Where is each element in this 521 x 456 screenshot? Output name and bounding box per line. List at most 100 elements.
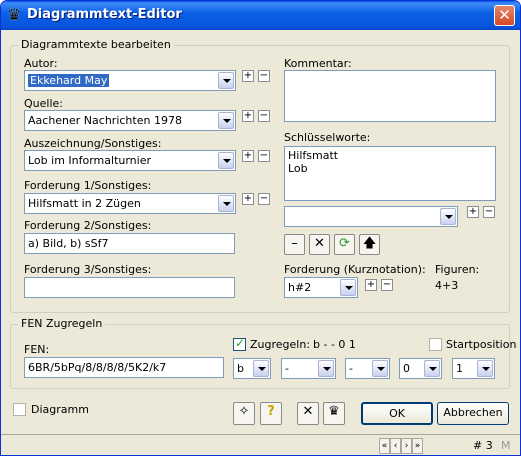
zugregeln-value: b - - 0 1	[313, 338, 356, 351]
arrow-up-icon: 🡅	[362, 236, 377, 251]
startposition-checkbox[interactable]	[429, 338, 442, 351]
forderung1-add-button[interactable]: +	[242, 193, 254, 205]
en-passant-value: -	[349, 362, 353, 375]
auszeichnung-add-button[interactable]: +	[242, 150, 254, 162]
queen-button[interactable]: ♛	[323, 402, 345, 425]
dropdown-arrow-icon[interactable]	[424, 360, 440, 377]
kommentar-textarea[interactable]	[284, 70, 496, 122]
dropdown-arrow-icon[interactable]	[218, 195, 234, 212]
quelle-add-button[interactable]: +	[242, 110, 254, 122]
auszeichnung-combo[interactable]: Lob im Informalturnier	[24, 150, 236, 171]
figuren-label: Figuren:	[435, 263, 480, 276]
title-bar[interactable]: ♛ Diagrammtext-Editor ✕	[1, 1, 520, 30]
autor-label: Autor:	[24, 57, 58, 70]
wand-button[interactable]: ✧	[233, 402, 255, 425]
forderung3-input[interactable]	[24, 277, 235, 298]
dialog-window: ♛ Diagrammtext-Editor ✕ Diagrammtexte be…	[0, 0, 521, 456]
x-icon: ✕	[314, 236, 325, 251]
kommentar-label: Kommentar:	[284, 57, 352, 70]
help-icon: ?	[267, 404, 275, 419]
dropdown-arrow-icon[interactable]	[253, 360, 269, 377]
dropdown-arrow-icon[interactable]	[318, 360, 334, 377]
forderung-kurz-add-button[interactable]: +	[365, 279, 377, 291]
en-passant-combo[interactable]: -	[345, 358, 390, 379]
forderung2-label: Forderung 2/Sonstiges:	[24, 219, 152, 232]
nav-next-button[interactable]: ›	[401, 438, 412, 454]
forderung-kurz-remove-button[interactable]: −	[381, 279, 393, 291]
wand-icon: ✧	[238, 404, 250, 419]
x-icon: ✕	[302, 404, 314, 419]
diagramm-checkbox[interactable]	[13, 403, 26, 416]
edit-group-legend: Diagrammtexte bearbeiten	[18, 38, 174, 51]
chess-queen-icon: ♛	[328, 404, 340, 419]
autor-value: Ekkehard May	[28, 74, 110, 87]
fullmove-combo[interactable]: 1	[452, 358, 495, 379]
figuren-value: 4+3	[435, 279, 459, 292]
delete-button[interactable]: ✕	[309, 234, 330, 255]
halfmove-value: 0	[403, 362, 410, 375]
dropdown-arrow-icon[interactable]	[218, 152, 234, 169]
nav-prev-button[interactable]: ‹	[390, 438, 401, 454]
castling-value: -	[285, 362, 289, 375]
castling-combo[interactable]: -	[281, 358, 336, 379]
forderung-kurz-value: h#2	[288, 281, 312, 294]
mode-indicator: M	[501, 439, 511, 452]
nav-last-button[interactable]: »	[412, 438, 423, 454]
nav-first-button[interactable]: «	[379, 438, 390, 454]
forderung1-value: Hilfsmatt in 2 Zügen	[28, 197, 141, 210]
window-title: Diagrammtext-Editor	[27, 7, 182, 22]
forderung-kurz-label: Forderung (Kurznotation):	[284, 263, 426, 276]
list-item[interactable]: Hilfsmatt	[288, 149, 492, 162]
autor-remove-button[interactable]: −	[258, 70, 270, 82]
forderung1-remove-button[interactable]: −	[258, 193, 270, 205]
status-bar: « ‹ › » # 3 M	[1, 434, 520, 455]
minus-button[interactable]: –	[284, 234, 305, 255]
dropdown-arrow-icon[interactable]	[218, 112, 234, 129]
keyword-remove-button[interactable]: −	[483, 206, 495, 218]
forderung3-label: Forderung 3/Sonstiges:	[24, 263, 152, 276]
autor-combo[interactable]: Ekkehard May	[24, 70, 236, 91]
refresh-button[interactable]: ⟳	[334, 234, 355, 255]
record-number: # 3	[473, 439, 493, 452]
zugregeln-checkbox[interactable]	[233, 336, 246, 351]
zugregeln-label: Zugregeln:	[250, 338, 311, 351]
refresh-icon: ⟳	[339, 236, 350, 251]
schluesselworte-label: Schlüsselworte:	[284, 131, 371, 144]
autor-add-button[interactable]: +	[242, 70, 254, 82]
ok-button[interactable]: OK	[361, 402, 433, 425]
side-to-move-combo[interactable]: b	[233, 358, 271, 379]
side-to-move-value: b	[237, 362, 244, 375]
fen-label: FEN:	[24, 343, 50, 356]
move-up-button[interactable]: 🡅	[359, 234, 380, 255]
dropdown-arrow-icon[interactable]	[477, 360, 493, 377]
schluesselworte-list[interactable]: Hilfsmatt Lob	[284, 146, 496, 201]
startposition-label: Startposition	[446, 338, 517, 351]
list-item[interactable]: Lob	[288, 162, 492, 175]
halfmove-combo[interactable]: 0	[399, 358, 442, 379]
dropdown-arrow-icon[interactable]	[372, 360, 388, 377]
fullmove-value: 1	[456, 362, 463, 375]
forderung1-label: Forderung 1/Sonstiges:	[24, 179, 152, 192]
auszeichnung-label: Auszeichnung/Sonstiges:	[24, 137, 162, 150]
close-button[interactable]: ✕	[494, 5, 515, 26]
quelle-combo[interactable]: Aachener Nachrichten 1978	[24, 110, 236, 131]
keyword-add-button[interactable]: +	[467, 206, 479, 218]
quelle-value: Aachener Nachrichten 1978	[28, 114, 182, 127]
auszeichnung-value: Lob im Informalturnier	[28, 154, 152, 167]
dropdown-arrow-icon[interactable]	[440, 208, 456, 225]
forderung-kurz-combo[interactable]: h#2	[284, 277, 358, 298]
keyword-combo[interactable]	[284, 206, 458, 227]
clear-button[interactable]: ✕	[297, 402, 319, 425]
forderung1-combo[interactable]: Hilfsmatt in 2 Zügen	[24, 193, 236, 214]
dropdown-arrow-icon[interactable]	[340, 279, 356, 296]
diagramm-label: Diagramm	[31, 403, 89, 416]
forderung2-input[interactable]: a) Bild, b) sSf7	[24, 233, 235, 254]
quelle-label: Quelle:	[24, 97, 63, 110]
dropdown-arrow-icon[interactable]	[218, 72, 234, 89]
help-button[interactable]: ?	[260, 402, 282, 425]
quelle-remove-button[interactable]: −	[258, 110, 270, 122]
abbrechen-button[interactable]: Abbrechen	[437, 402, 509, 425]
chess-queen-icon: ♛	[7, 5, 22, 24]
fen-input[interactable]: 6BR/5bPq/8/8/8/8/5K2/k7	[24, 357, 224, 378]
auszeichnung-remove-button[interactable]: −	[258, 150, 270, 162]
